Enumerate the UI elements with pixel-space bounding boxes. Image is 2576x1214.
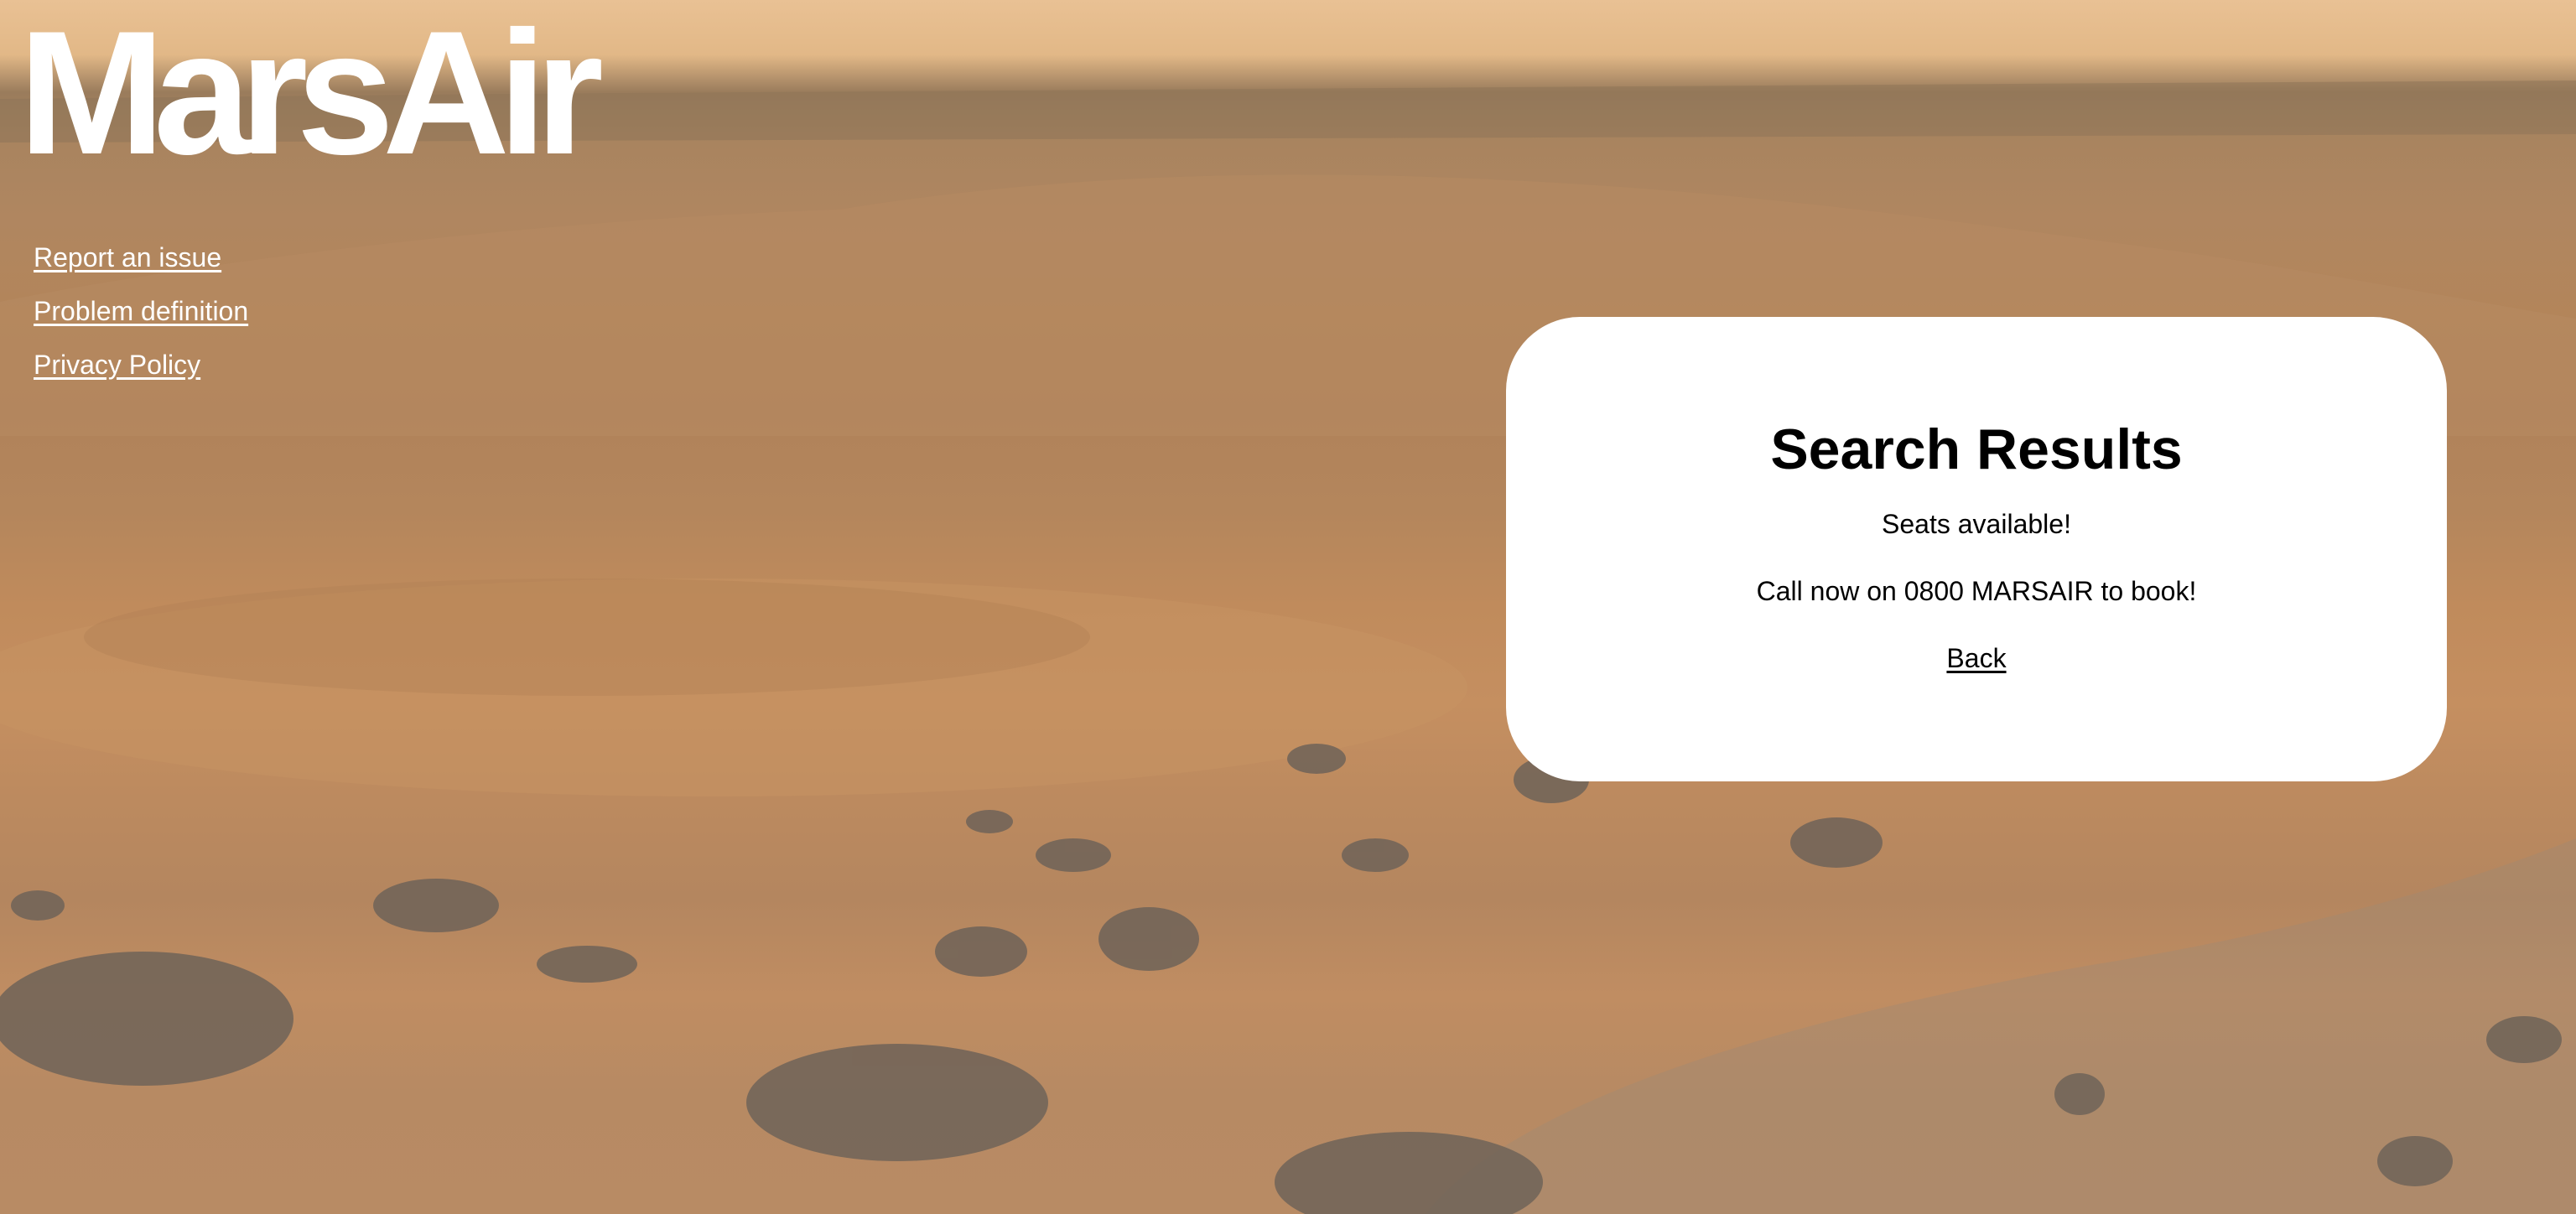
page: MarsAir Report an issue Problem definiti… (0, 0, 2576, 1214)
privacy-policy-link[interactable]: Privacy Policy (34, 349, 248, 381)
page-title: Search Results (1770, 418, 2183, 481)
search-results-card: Search Results Seats available! Call now… (1506, 317, 2447, 781)
marsair-logo: MarsAir (18, 0, 604, 191)
seats-available-message: Seats available! (1882, 509, 2071, 539)
back-link[interactable]: Back (1946, 642, 2006, 674)
report-issue-link[interactable]: Report an issue (34, 241, 248, 273)
problem-definition-link[interactable]: Problem definition (34, 295, 248, 327)
booking-call-message: Call now on 0800 MARSAIR to book! (1756, 576, 2197, 606)
sidebar-nav: Report an issue Problem definition Priva… (34, 241, 248, 381)
